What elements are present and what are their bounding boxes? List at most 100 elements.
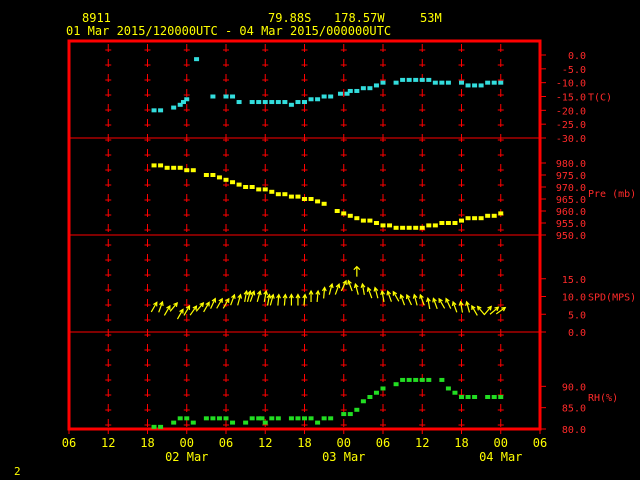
wind-arrow [276,293,281,306]
page-number: 2 [14,465,21,478]
wind-arrow [366,286,373,299]
x-tick-label: 06 [376,436,390,450]
wind-arrow [288,293,294,306]
pressure-point [151,163,157,168]
rh-point [413,377,419,382]
pressure-point [452,221,458,225]
y-tick-label: 950.0 [556,231,586,242]
wind-arrow [438,297,446,309]
pressure-point [341,211,347,216]
x-tick-label: 06 [62,436,76,450]
rh-point [275,416,281,421]
pressure-point [478,216,484,221]
wind-arrow [360,282,366,295]
temperature-point [256,100,262,105]
wind-arrow [230,293,236,306]
rh-point [439,377,445,382]
temperature-point [400,77,406,82]
wind-arrow [282,293,288,306]
wind-arrow [445,297,452,309]
temperature-point [321,94,327,99]
rh-point [465,395,471,399]
rh-point [328,416,334,421]
station-id: 8911 [82,11,111,25]
pressure-point [302,197,307,201]
wind-arrow [295,293,301,306]
y-tick-label: 5.0 [568,310,586,321]
pressure-point [360,218,366,223]
y-tick-label: -30.0 [556,134,586,145]
temperature-point [262,100,268,105]
temperature-point [288,102,294,107]
pressure-point [373,221,379,225]
x-tick-label: 00 [494,436,508,450]
temperature-point [485,80,491,85]
wind-arrow [195,301,205,312]
y-tick-label: 980.0 [556,159,586,170]
meteogram-chart: 8911 79.88S 178.57W 53M 01 Mar 2015/1200… [14,11,636,478]
time-range: 01 Mar 2015/120000UTC - 04 Mar 2015/0000… [66,24,391,38]
rh-point [190,420,196,425]
pressure-point [445,221,451,225]
wind-arrow [386,290,392,302]
wind-arrow [347,279,353,292]
rh-point [177,416,183,421]
wind-arrow [328,282,334,295]
rh-point [203,416,209,421]
wind-arrow [158,300,164,313]
pressure-point [347,213,353,218]
wind-arrow [458,300,464,313]
rh-point [459,395,464,399]
temperature-point [491,80,497,85]
temperature-point [439,80,445,85]
temperature-point [328,94,334,99]
x-tick-label: 18 [297,436,311,450]
x-tick-label: 12 [101,436,115,450]
x-tick-label: 00 [180,436,194,450]
temperature-point [393,80,399,85]
rh-point [354,407,360,412]
rh-point [445,386,451,391]
wind-arrow [353,282,359,295]
wind-arrow [321,286,327,299]
temperature-point [337,91,343,96]
temperature-point [151,108,157,113]
pressure-point [315,199,321,204]
rh-point [367,395,373,399]
wind-arrow [308,289,314,302]
pressure-point [432,223,438,228]
rh-point [262,420,268,425]
wind-arrow [399,293,406,306]
wind-arrow [334,283,341,295]
temperature-point [445,80,451,85]
pressure-point [387,223,393,228]
x-tick-label: 06 [219,436,233,450]
rh-point [210,416,216,421]
y-axis-label: SPD(MPS) [588,293,636,304]
wind-arrow [315,289,321,303]
pressure-point [243,185,249,189]
rh-point [308,416,314,421]
y-tick-label: 10.0 [562,293,586,304]
wind-arrow [163,304,171,316]
station-longitude: 178.57W [334,11,385,25]
wind-arrow [425,296,431,310]
y-axis-label: RH(%) [588,393,618,404]
y-tick-label: 0.0 [568,328,586,339]
x-tick-label: 12 [258,436,272,450]
pressure-point [485,213,491,218]
y-tick-label: -25.0 [556,120,586,131]
pressure-point [308,197,314,201]
temperature-point [249,100,255,105]
x-tick-label: 00 [337,436,351,450]
wind-arrow [216,297,223,309]
rh-point [406,377,412,382]
rh-point [400,377,406,382]
pressure-point [413,225,419,230]
temperature-point [459,80,464,85]
y-tick-label: 90.0 [562,382,586,393]
temperature-point [406,77,412,82]
pressure-point [491,213,497,218]
wind-arrow [203,301,210,313]
pressure-point [177,165,183,170]
